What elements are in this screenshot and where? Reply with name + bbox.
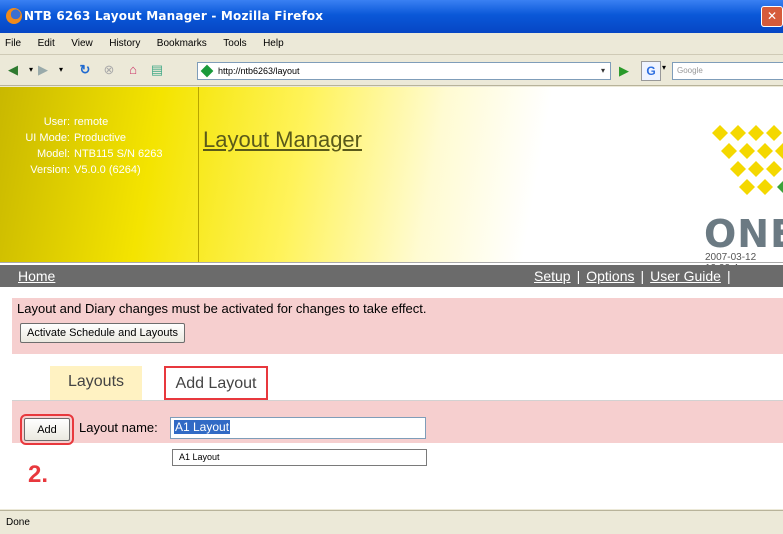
home-icon[interactable]: ⌂	[124, 61, 142, 79]
tab-add-layout[interactable]: Add Layout	[164, 366, 268, 400]
autocomplete-suggestion[interactable]: A1 Layout	[172, 449, 427, 466]
nav-setup-link[interactable]: Setup	[534, 268, 571, 284]
menu-bar: File Edit View History Bookmarks Tools H…	[0, 33, 783, 55]
info-row: User: remote	[12, 114, 164, 130]
nav-separator: |	[726, 268, 731, 284]
nav-separator: |	[576, 268, 581, 284]
nav-separator: |	[640, 268, 645, 284]
header-divider	[198, 87, 199, 262]
url-text: http://ntb6263/layout	[218, 66, 300, 76]
menu-history[interactable]: History	[103, 33, 146, 49]
go-icon[interactable]: ▶	[619, 62, 635, 80]
logo-diamonds-icon	[712, 125, 783, 195]
nav-home-link[interactable]: Home	[18, 268, 55, 284]
reload-icon[interactable]: ↻	[76, 61, 94, 79]
firefox-icon	[6, 8, 22, 24]
page-content: User: remote UI Mode: Productive Model: NTB…	[0, 87, 783, 509]
menu-edit[interactable]: Edit	[32, 33, 61, 49]
info-value: remote	[74, 116, 109, 128]
activate-schedule-button[interactable]: Activate Schedule and Layouts	[20, 323, 186, 343]
status-text: Done	[6, 517, 30, 528]
nav-options-link[interactable]: Options	[586, 268, 634, 284]
nav-links: Setup | Options | User Guide |	[534, 268, 737, 284]
nav-user-guide-link[interactable]: User Guide	[650, 268, 721, 284]
tab-layouts[interactable]: Layouts	[50, 366, 142, 400]
info-row: Version: V5.0.0 (6264)	[12, 162, 164, 178]
info-row: UI Mode: Productive	[12, 130, 164, 146]
activation-notice: Layout and Diary changes must be activat…	[12, 298, 783, 354]
window-title: NTB 6263 Layout Manager - Mozilla Firefo…	[24, 9, 324, 23]
layout-name-input[interactable]: A1 Layout	[170, 417, 426, 439]
add-button[interactable]: Add	[20, 414, 74, 445]
info-label: Version:	[30, 164, 70, 176]
search-engine-icon[interactable]: G	[641, 61, 661, 81]
header-bottom-divider	[0, 262, 783, 263]
info-value: NTB115 S/N 6263	[74, 148, 163, 160]
menu-bookmarks[interactable]: Bookmarks	[151, 33, 213, 49]
main-nav: Home Setup | Options | User Guide |	[0, 265, 783, 287]
menu-help[interactable]: Help	[257, 33, 290, 49]
logo-text: ONEL	[704, 212, 783, 256]
site-icon	[200, 64, 214, 78]
title-bar: NTB 6263 Layout Manager - Mozilla Firefo…	[0, 0, 783, 33]
forward-dropdown-icon[interactable]: ▾	[52, 61, 70, 79]
system-info: User: remote UI Mode: Productive Model: NTB…	[12, 114, 164, 178]
step-annotation: 2.	[28, 461, 49, 488]
url-dropdown-icon[interactable]: ▾	[597, 63, 609, 79]
url-bar[interactable]: http://ntb6263/layout	[197, 62, 611, 80]
layout-name-label: Layout name:	[79, 420, 158, 435]
layout-name-value: A1 Layout	[174, 420, 231, 434]
close-icon[interactable]: ✕	[761, 6, 783, 27]
menu-tools[interactable]: Tools	[217, 33, 252, 49]
menu-file[interactable]: File	[0, 33, 27, 49]
forward-icon[interactable]: ▶	[34, 61, 52, 79]
navigation-toolbar: ◀ ▾ ▶ ▾ ↻ ⊗ ⌂ ▤ http://ntb6263/layout ▾ …	[0, 56, 783, 86]
info-label: Model:	[36, 148, 70, 160]
page-title: Layout Manager	[203, 127, 362, 152]
back-icon[interactable]: ◀	[4, 61, 22, 79]
browser-window: NTB 6263 Layout Manager - Mozilla Firefo…	[0, 0, 783, 534]
search-engine-dropdown-icon[interactable]: ▾	[662, 63, 666, 72]
info-row: Model: NTB115 S/N 6263	[12, 146, 164, 162]
notice-text: Layout and Diary changes must be activat…	[17, 301, 427, 316]
info-value: Productive	[74, 132, 126, 144]
search-input[interactable]: Google	[672, 62, 783, 80]
info-label: UI Mode:	[25, 132, 70, 144]
status-bar: Done	[0, 510, 783, 534]
page-icon[interactable]: ▤	[148, 61, 166, 79]
info-value: V5.0.0 (6264)	[74, 164, 141, 176]
stop-icon[interactable]: ⊗	[100, 61, 118, 79]
menu-view[interactable]: View	[65, 33, 99, 49]
info-label: User:	[43, 116, 70, 128]
